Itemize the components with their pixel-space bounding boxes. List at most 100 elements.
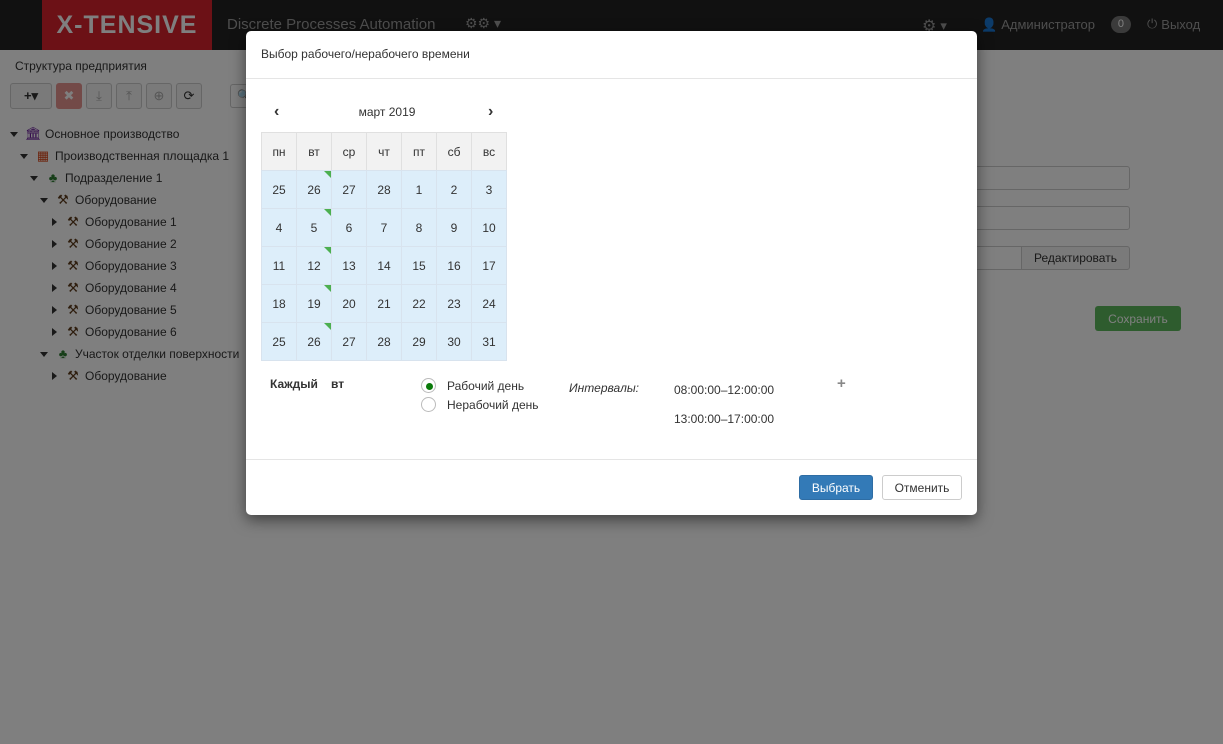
calendar-day-cell[interactable]: 31 [471, 322, 507, 361]
weekday-header: пт [401, 132, 437, 171]
weekday-header: сб [436, 132, 472, 171]
calendar-day-cell[interactable]: 9 [436, 208, 472, 247]
calendar-day-number: 23 [447, 296, 461, 311]
calendar-day-number: 25 [272, 182, 286, 197]
calendar-day-number: 21 [377, 296, 391, 311]
calendar-weekday-row: пн вт ср чт пт сб вс [261, 132, 514, 171]
calendar-day-cell[interactable]: 16 [436, 246, 472, 285]
working-day-label[interactable]: Рабочий день [447, 379, 524, 393]
day-marker-icon [324, 209, 331, 216]
calendar-day-cell[interactable]: 20 [331, 284, 367, 323]
day-marker-icon [324, 323, 331, 330]
weekday-header: чт [366, 132, 402, 171]
dialog-title: Выбор рабочего/нерабочего времени [261, 47, 470, 61]
calendar-day-number: 11 [272, 258, 286, 273]
calendar-week-row: 25 26 27 28 1 2 3 [261, 170, 514, 209]
nonworking-day-radio[interactable] [421, 397, 436, 412]
work-time-dialog: Выбор рабочего/нерабочего времени ‹ март… [246, 31, 977, 515]
calendar-day-number: 13 [342, 258, 356, 273]
calendar-day-number: 27 [342, 182, 356, 197]
calendar-day-number: 18 [272, 296, 286, 311]
calendar-day-cell[interactable]: 10 [471, 208, 507, 247]
calendar-day-number: 26 [307, 182, 321, 197]
calendar-day-cell[interactable]: 23 [436, 284, 472, 323]
calendar-day-number: 2 [450, 182, 458, 197]
calendar-grid: пн вт ср чт пт сб вс 25 26 27 28 1 2 3 4 5 6 7 8 9 10 11 12 13… [261, 132, 514, 361]
calendar-day-cell[interactable]: 27 [331, 170, 367, 209]
weekday-header: пн [261, 132, 297, 171]
calendar-day-cell[interactable]: 26 [296, 322, 332, 361]
calendar-day-cell[interactable]: 21 [366, 284, 402, 323]
calendar-day-cell[interactable]: 29 [401, 322, 437, 361]
calendar-day-cell[interactable]: 15 [401, 246, 437, 285]
calendar-day-cell[interactable]: 3 [471, 170, 507, 209]
calendar-day-number: 9 [450, 220, 458, 235]
calendar-day-cell[interactable]: 27 [331, 322, 367, 361]
cancel-button[interactable]: Отменить [882, 475, 962, 500]
calendar-day-cell[interactable]: 2 [436, 170, 472, 209]
calendar-day-cell[interactable]: 28 [366, 322, 402, 361]
calendar-day-number: 14 [377, 258, 391, 273]
every-label: Каждый [270, 377, 318, 391]
calendar-day-cell[interactable]: 25 [261, 322, 297, 361]
calendar-day-number: 27 [342, 334, 356, 349]
calendar-day-number: 3 [485, 182, 493, 197]
day-marker-icon [324, 285, 331, 292]
calendar-day-number: 7 [380, 220, 388, 235]
calendar-day-number: 30 [447, 334, 461, 349]
calendar-day-cell[interactable]: 17 [471, 246, 507, 285]
calendar-day-cell[interactable]: 11 [261, 246, 297, 285]
nonworking-day-label[interactable]: Нерабочий день [447, 398, 539, 412]
calendar-day-cell[interactable]: 5 [296, 208, 332, 247]
calendar-day-cell[interactable]: 4 [261, 208, 297, 247]
calendar-day-number: 28 [377, 182, 391, 197]
calendar-day-number: 12 [307, 258, 321, 273]
calendar-day-cell[interactable]: 18 [261, 284, 297, 323]
calendar-day-number: 31 [482, 334, 496, 349]
calendar-day-number: 28 [377, 334, 391, 349]
next-month-icon[interactable]: › [488, 103, 493, 121]
calendar-day-number: 10 [482, 220, 496, 235]
calendar-day-cell[interactable]: 14 [366, 246, 402, 285]
dialog-header: Выбор рабочего/нерабочего времени [246, 31, 977, 79]
calendar-day-cell[interactable]: 1 [401, 170, 437, 209]
weekday-header: вс [471, 132, 507, 171]
calendar-day-number: 4 [275, 220, 283, 235]
calendar-day-number: 17 [482, 258, 496, 273]
calendar-week-row: 11 12 13 14 15 16 17 [261, 246, 514, 285]
weekday-header: ср [331, 132, 367, 171]
calendar-day-number: 25 [272, 334, 286, 349]
interval-item[interactable]: 08:00:00–12:00:00 [674, 383, 774, 397]
calendar-day-cell[interactable]: 7 [366, 208, 402, 247]
calendar-header: ‹ март 2019 › [261, 99, 513, 125]
calendar-day-cell[interactable]: 25 [261, 170, 297, 209]
calendar-day-number: 24 [482, 296, 496, 311]
intervals-label: Интервалы: [569, 381, 640, 395]
calendar-day-cell[interactable]: 19 [296, 284, 332, 323]
calendar-day-cell[interactable]: 28 [366, 170, 402, 209]
calendar-day-cell[interactable]: 22 [401, 284, 437, 323]
add-interval-icon[interactable]: + [837, 375, 846, 392]
calendar-day-number: 15 [412, 258, 426, 273]
calendar-day-cell[interactable]: 13 [331, 246, 367, 285]
calendar-day-number: 22 [412, 296, 426, 311]
weekday-header: вт [296, 132, 332, 171]
interval-item[interactable]: 13:00:00–17:00:00 [674, 412, 774, 426]
calendar-day-number: 19 [307, 296, 321, 311]
calendar-day-number: 8 [415, 220, 423, 235]
working-day-radio[interactable] [421, 378, 436, 393]
calendar-week-row: 18 19 20 21 22 23 24 [261, 284, 514, 323]
calendar-week-row: 25 26 27 28 29 30 31 [261, 322, 514, 361]
calendar-day-cell[interactable]: 26 [296, 170, 332, 209]
choose-button[interactable]: Выбрать [799, 475, 873, 500]
calendar-day-number: 20 [342, 296, 356, 311]
calendar-day-cell[interactable]: 24 [471, 284, 507, 323]
every-weekday: вт [331, 377, 345, 391]
calendar-day-cell[interactable]: 8 [401, 208, 437, 247]
calendar-day-cell[interactable]: 6 [331, 208, 367, 247]
calendar-day-cell[interactable]: 30 [436, 322, 472, 361]
calendar-day-number: 29 [412, 334, 426, 349]
calendar-day-number: 16 [447, 258, 461, 273]
calendar-day-number: 1 [415, 182, 423, 197]
calendar-day-cell[interactable]: 12 [296, 246, 332, 285]
